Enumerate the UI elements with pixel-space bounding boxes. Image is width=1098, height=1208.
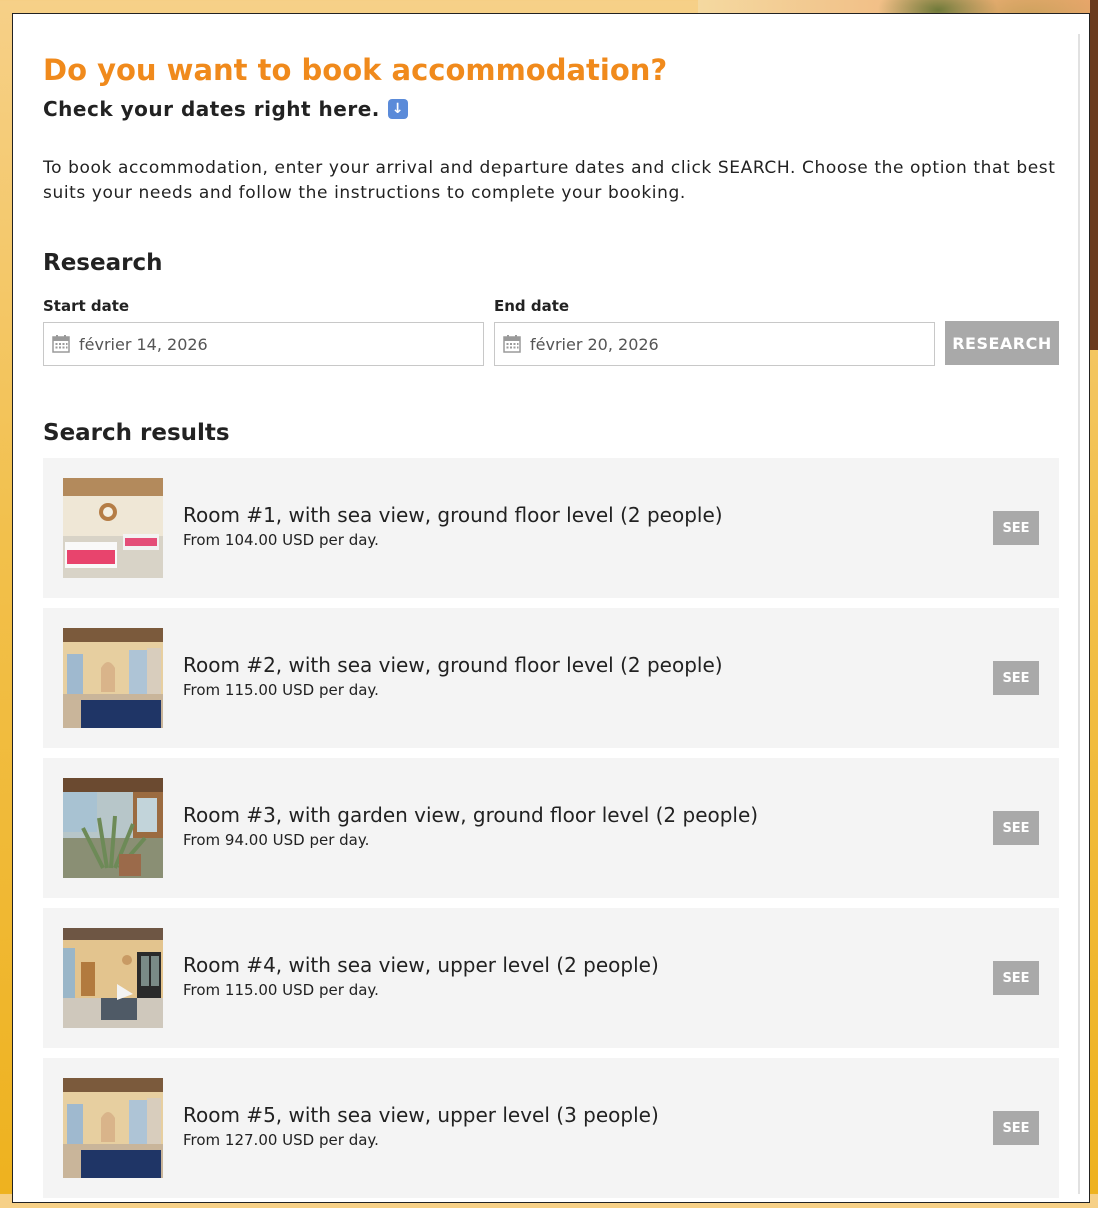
start-date-input[interactable]: février 14, 2026 [43, 322, 484, 366]
booking-panel: Do you want to book accommodation? Check… [12, 13, 1090, 1203]
end-date-input[interactable]: février 20, 2026 [494, 322, 935, 366]
date-search-form: Start date février 14, 2026 End date fév… [43, 296, 1059, 366]
room-card: Room #4, with sea view, upper level (2 p… [43, 908, 1059, 1048]
room-photo [63, 628, 163, 728]
room-photo [63, 1078, 163, 1178]
room-title: Room #4, with sea view, upper level (2 p… [183, 953, 659, 977]
see-button[interactable]: SEE [993, 811, 1039, 845]
page-subtitle: Check your dates right here. ↓ [43, 94, 1059, 124]
room-photo [63, 928, 163, 1028]
end-date-group: End date février 20, 2026 [494, 296, 935, 366]
start-date-label: Start date [43, 297, 130, 315]
calendar-icon [52, 335, 70, 353]
room-title: Room #2, with sea view, ground floor lev… [183, 653, 723, 677]
intro-text: To book accommodation, enter your arriva… [43, 158, 1056, 203]
room-card: Room #3, with garden view, ground floor … [43, 758, 1059, 898]
room-card: Room #1, with sea view, ground floor lev… [43, 458, 1059, 598]
background-rail [1090, 0, 1098, 350]
booking-content: Do you want to book accommodation? Check… [43, 50, 1059, 1198]
start-date-value: février 14, 2026 [79, 334, 208, 354]
page-title: Do you want to book accommodation? [43, 53, 668, 87]
room-price: From 104.00 USD per day. [183, 531, 379, 549]
see-button[interactable]: SEE [993, 961, 1039, 995]
end-date-value: février 20, 2026 [530, 334, 659, 354]
end-date-label: End date [494, 297, 570, 315]
room-card: Room #2, with sea view, ground floor lev… [43, 608, 1059, 748]
subtitle-text: Check your dates right here. [43, 97, 380, 121]
scrollbar[interactable] [1078, 34, 1080, 1194]
see-button[interactable]: SEE [993, 511, 1039, 545]
room-photo [63, 778, 163, 878]
start-date-group: Start date février 14, 2026 [43, 296, 484, 366]
room-price: From 127.00 USD per day. [183, 1131, 379, 1149]
research-button[interactable]: RESEARCH [945, 321, 1059, 365]
search-results-heading: Search results [43, 420, 230, 446]
room-title: Room #1, with sea view, ground floor lev… [183, 503, 723, 527]
calendar-icon [503, 335, 521, 353]
room-photo [63, 478, 163, 578]
room-price: From 94.00 USD per day. [183, 831, 370, 849]
down-arrow-icon: ↓ [387, 99, 408, 119]
room-title: Room #5, with sea view, upper level (3 p… [183, 1103, 659, 1127]
results-list: Room #1, with sea view, ground floor lev… [43, 458, 1059, 1208]
research-heading: Research [43, 250, 163, 276]
room-price: From 115.00 USD per day. [183, 681, 379, 699]
room-card: Room #5, with sea view, upper level (3 p… [43, 1058, 1059, 1198]
see-button[interactable]: SEE [993, 1111, 1039, 1145]
room-title: Room #3, with garden view, ground floor … [183, 803, 759, 827]
see-button[interactable]: SEE [993, 661, 1039, 695]
room-price: From 115.00 USD per day. [183, 981, 379, 999]
